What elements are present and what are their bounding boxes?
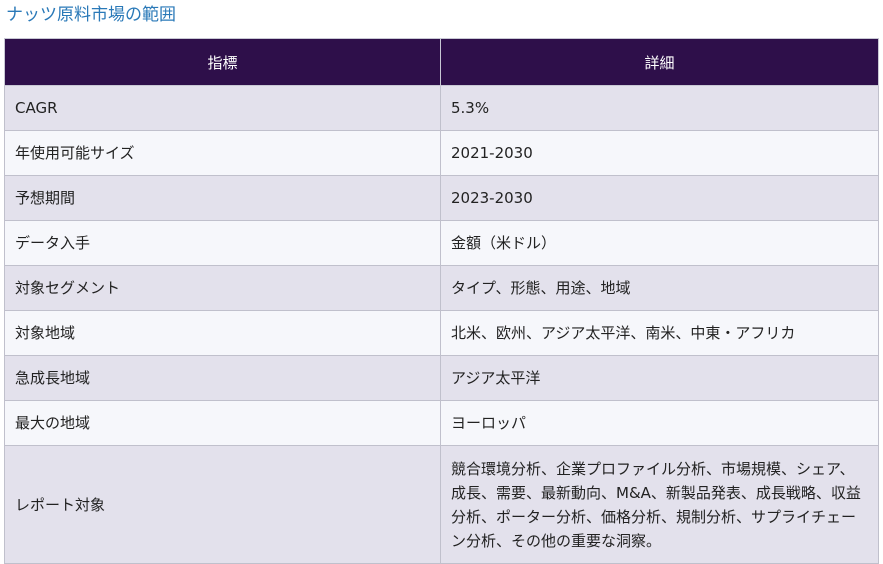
row-label: CAGR (4, 85, 441, 131)
row-value: 5.3% (440, 85, 879, 131)
table-row: 対象地域 北米、欧州、アジア太平洋、南米、中東・アフリカ (4, 310, 879, 356)
row-label: データ入手 (4, 220, 441, 266)
row-value: タイプ、形態、用途、地域 (440, 265, 879, 311)
row-label: レポート対象 (4, 445, 441, 564)
section-title: ナッツ原料市場の範囲 (6, 5, 176, 25)
table-header-row: 指標 詳細 (4, 38, 879, 86)
row-label: 対象地域 (4, 310, 441, 356)
table-row: レポート対象 競合環境分析、企業プロファイル分析、市場規模、シェア、成長、需要、… (4, 445, 879, 564)
scope-table: 指標 詳細 CAGR 5.3% 年使用可能サイズ 2021-2030 予想期間 … (4, 38, 879, 564)
row-value: 競合環境分析、企業プロファイル分析、市場規模、シェア、成長、需要、最新動向、M&… (440, 445, 879, 564)
row-label: 最大の地域 (4, 400, 441, 446)
table-row: 最大の地域 ヨーロッパ (4, 400, 879, 446)
table-row: 急成長地域 アジア太平洋 (4, 355, 879, 401)
table-row: データ入手 金額（米ドル） (4, 220, 879, 266)
row-value: 北米、欧州、アジア太平洋、南米、中東・アフリカ (440, 310, 879, 356)
header-details: 詳細 (440, 38, 879, 86)
row-value: 2023-2030 (440, 175, 879, 221)
row-label: 対象セグメント (4, 265, 441, 311)
row-value: ヨーロッパ (440, 400, 879, 446)
row-value: 金額（米ドル） (440, 220, 879, 266)
header-metric: 指標 (4, 38, 441, 86)
row-label: 急成長地域 (4, 355, 441, 401)
row-value: アジア太平洋 (440, 355, 879, 401)
row-value: 2021-2030 (440, 130, 879, 176)
table-row: 対象セグメント タイプ、形態、用途、地域 (4, 265, 879, 311)
table-row: CAGR 5.3% (4, 85, 879, 131)
table-row: 年使用可能サイズ 2021-2030 (4, 130, 879, 176)
row-label: 予想期間 (4, 175, 441, 221)
table-row: 予想期間 2023-2030 (4, 175, 879, 221)
row-label: 年使用可能サイズ (4, 130, 441, 176)
